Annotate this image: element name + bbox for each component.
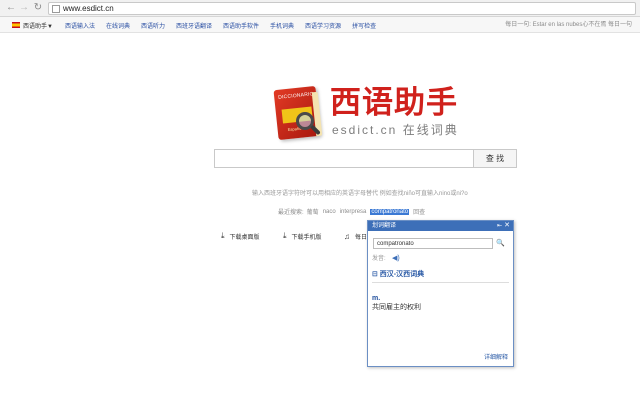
page-icon bbox=[52, 5, 60, 13]
recent-label: 最近搜索: bbox=[278, 210, 304, 216]
pronunciation-label: 发音: bbox=[372, 256, 386, 262]
recent-word-selected[interactable]: compatronato bbox=[370, 208, 410, 215]
nav-link-software[interactable]: 西语助手软件 bbox=[223, 21, 259, 30]
search-input[interactable] bbox=[214, 149, 474, 168]
headphones-icon: ♫ bbox=[344, 231, 350, 241]
pin-icon[interactable]: ⇤ bbox=[497, 221, 502, 231]
recent-word[interactable]: 葡萄 bbox=[307, 207, 319, 216]
download-icon: ⤓ bbox=[221, 231, 225, 240]
site-subtitle: esdict.cn 在线词典 bbox=[332, 123, 459, 137]
detailed-explanation-link[interactable]: 详细解释 bbox=[484, 354, 508, 362]
input-hint: 输入西班牙语字符时可以用相应的英语字母替代 例如查找niño可直输入nino或n… bbox=[252, 191, 468, 197]
translation-popup: 划词翻译 ⇤ ✕ 🔍 发音: ◀) ⊟ 西汉-汉西词典 m. 共同雇主的权利 详… bbox=[367, 220, 514, 367]
nav-link-online-dict[interactable]: 在线词典 bbox=[106, 21, 130, 30]
dictionary-book-logo: DICCIONARIO Español bbox=[270, 85, 324, 142]
download-icon: ⤓ bbox=[283, 231, 287, 240]
download-mobile-label: 下载手机版 bbox=[291, 234, 322, 241]
nav-link-listening[interactable]: 西语听力 bbox=[141, 21, 165, 30]
book-label: DICCIONARIO bbox=[278, 91, 314, 101]
popup-divider bbox=[372, 282, 509, 283]
recent-word[interactable]: 回查 bbox=[413, 207, 425, 216]
speaker-icon[interactable]: ◀) bbox=[392, 254, 400, 264]
dictionary-section-toggle[interactable]: ⊟ 西汉-汉西词典 bbox=[372, 270, 424, 280]
nav-link-input-method[interactable]: 西语输入法 bbox=[65, 21, 95, 30]
definition-text: 共同雇主的权利 bbox=[372, 304, 421, 311]
nav-link-translation[interactable]: 西班牙语翻译 bbox=[176, 21, 212, 30]
popup-header[interactable]: 划词翻译 ⇤ ✕ bbox=[368, 221, 513, 231]
popup-title: 划词翻译 bbox=[372, 223, 397, 229]
nav-link-resources[interactable]: 西语学习资源 bbox=[305, 21, 341, 30]
nav-link-spellcheck[interactable]: 拼写检查 bbox=[352, 21, 376, 30]
recent-word[interactable]: interpresa bbox=[340, 209, 367, 215]
brand-dropdown[interactable]: 西语助手▼ bbox=[23, 21, 53, 30]
daily-sentence[interactable]: 每日一句: Estar en las nubes心不在焉 每日一句 bbox=[505, 17, 632, 33]
url-text[interactable]: www.esdict.cn bbox=[63, 3, 114, 14]
recent-searches: 最近搜索: 葡萄 naco interpresa compatronato 回查 bbox=[278, 207, 429, 216]
nav-menu: 西语助手▼ 西语输入法 在线词典 西语听力 西班牙语翻译 西语助手软件 手机词典… bbox=[0, 17, 387, 33]
download-mobile-link[interactable]: ⤓ 下载手机版 bbox=[283, 230, 322, 242]
spain-flag-icon bbox=[12, 22, 20, 28]
site-title: 西语助手 bbox=[330, 85, 458, 120]
site-nav: 西语助手▼ 西语输入法 在线词典 西语听力 西班牙语翻译 西语助手软件 手机词典… bbox=[0, 17, 640, 33]
daily-audio-label: 每日 bbox=[355, 234, 368, 241]
forward-arrow-icon[interactable]: → bbox=[18, 2, 30, 14]
search-button[interactable]: 查 找 bbox=[473, 149, 517, 168]
download-desktop-link[interactable]: ⤓ 下载桌面版 bbox=[221, 230, 260, 242]
part-of-speech: m. bbox=[372, 295, 381, 302]
browser-toolbar: ← → ↻ www.esdict.cn bbox=[0, 0, 640, 17]
download-desktop-label: 下载桌面版 bbox=[229, 234, 260, 241]
popup-query-input[interactable] bbox=[373, 238, 493, 249]
search-icon[interactable]: 🔍 bbox=[496, 238, 505, 249]
daily-audio-link[interactable]: ♫ 每日 bbox=[344, 230, 367, 242]
reload-icon[interactable]: ↻ bbox=[32, 2, 44, 14]
recent-word[interactable]: naco bbox=[323, 209, 336, 215]
nav-link-mobile[interactable]: 手机词典 bbox=[270, 21, 294, 30]
back-arrow-icon[interactable]: ← bbox=[5, 2, 17, 14]
address-bar[interactable]: www.esdict.cn bbox=[48, 2, 636, 15]
close-icon[interactable]: ✕ bbox=[504, 221, 510, 231]
